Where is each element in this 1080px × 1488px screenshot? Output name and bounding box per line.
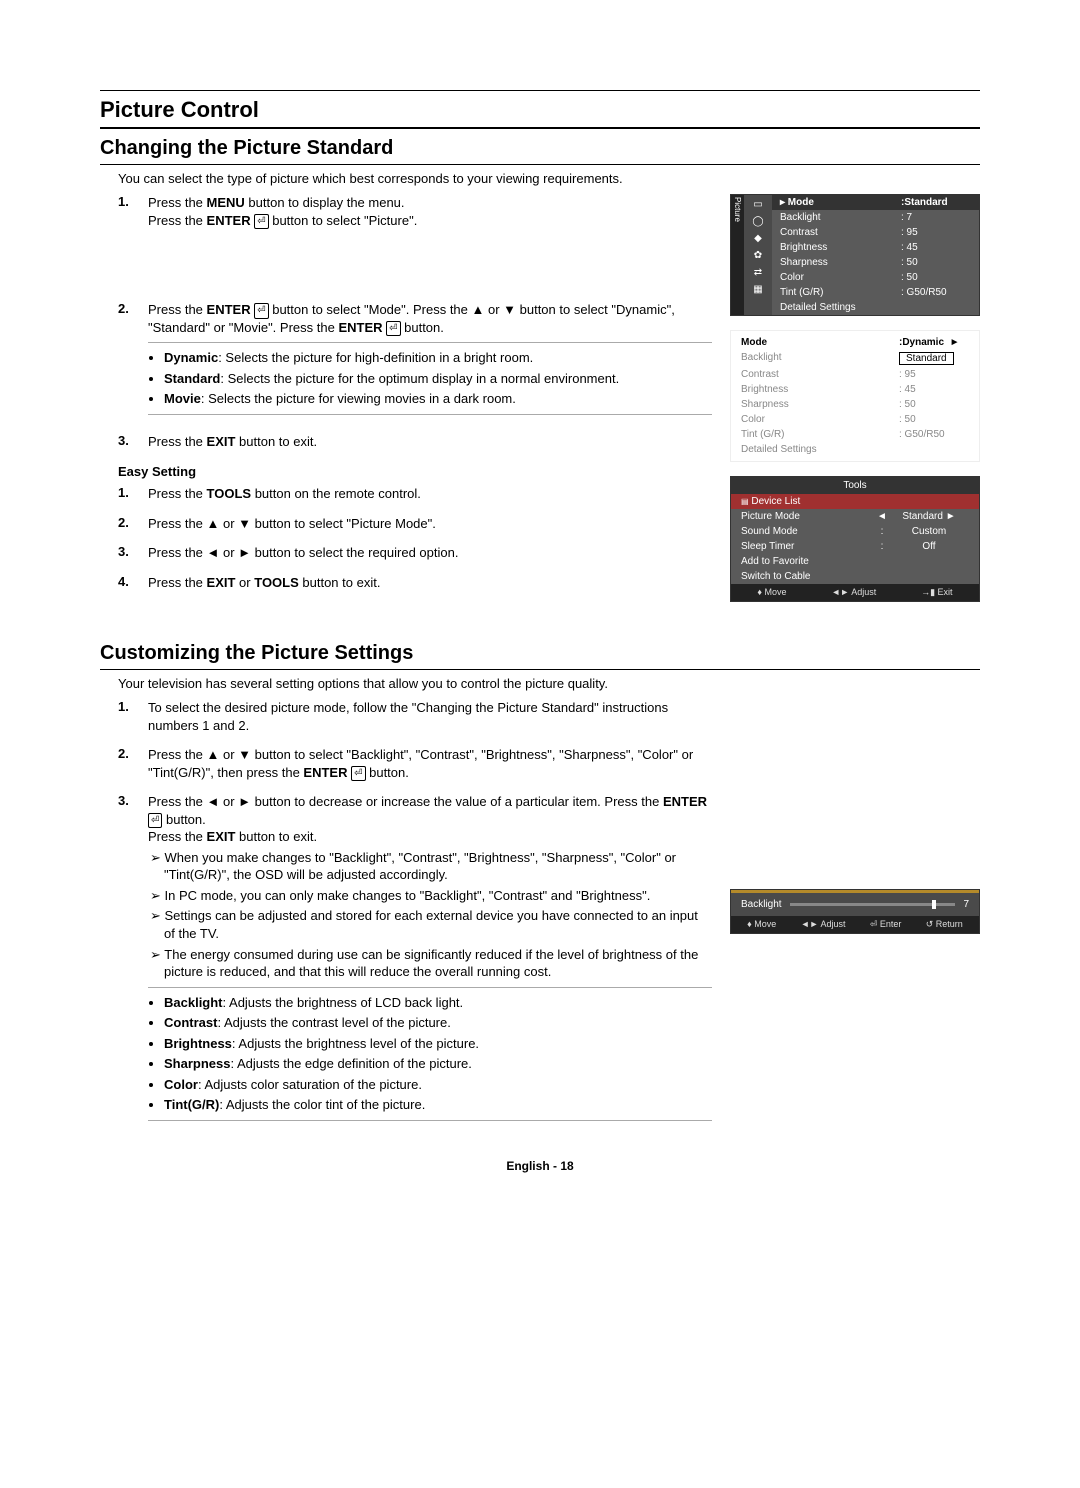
mode-descriptions: Dynamic: Selects the picture for high-de…: [148, 349, 712, 408]
osd-picture-menu: Picture ▭◯◆✿⇄▦ ▸ Mode:StandardBacklight:…: [730, 194, 980, 316]
notes: When you make changes to "Backlight", "C…: [148, 849, 712, 981]
easy-setting-heading: Easy Setting: [118, 464, 712, 479]
step-2: 2. Press the ENTER ⏎ button to select "M…: [118, 301, 712, 421]
easy-step-4: 4.Press the EXIT or TOOLS button to exit…: [118, 574, 712, 592]
enter-icon: ⏎: [254, 303, 268, 319]
section-title: Picture Control: [100, 97, 980, 123]
osd-mode-select: Mode:Dynamic ► BacklightStandard Contras…: [730, 330, 980, 462]
intro-a: You can select the type of picture which…: [118, 171, 980, 186]
step-1: 1. Press the MENU button to display the …: [118, 194, 712, 229]
slider-knob: [932, 900, 936, 909]
cstep-2: 2.Press the ▲ or ▼ button to select "Bac…: [118, 746, 712, 781]
slider-track: [790, 903, 956, 906]
step-3: 3. Press the EXIT button to exit.: [118, 433, 712, 451]
heading-customizing: Customizing the Picture Settings: [100, 642, 980, 665]
osd-tools-menu: Tools ▤ Device ListPicture Mode◄Standard…: [730, 476, 980, 602]
enter-icon: ⏎: [254, 214, 268, 230]
rule: [100, 669, 980, 670]
osd-backlight-slider: Backlight 7 ♦ Move◄► Adjust⏎ Enter↺ Retu…: [730, 889, 980, 934]
enter-icon: ⏎: [148, 813, 162, 829]
easy-step-2: 2.Press the ▲ or ▼ button to select "Pic…: [118, 515, 712, 533]
page-footer: English - 18: [100, 1159, 980, 1173]
osd-category-icons: ▭◯◆✿⇄▦: [744, 195, 772, 315]
easy-step-3: 3.Press the ◄ or ► button to select the …: [118, 544, 712, 562]
setting-definitions: Backlight: Adjusts the brightness of LCD…: [148, 994, 712, 1114]
intro-b: Your television has several setting opti…: [118, 676, 980, 691]
cstep-1: 1.To select the desired picture mode, fo…: [118, 699, 712, 734]
heading-changing-standard: Changing the Picture Standard: [100, 137, 980, 160]
enter-icon: ⏎: [351, 766, 365, 782]
rule: [100, 127, 980, 129]
cstep-3: 3. Press the ◄ or ► button to decrease o…: [118, 793, 712, 1127]
rule: [100, 164, 980, 165]
easy-step-1: 1.Press the TOOLS button on the remote c…: [118, 485, 712, 503]
enter-icon: ⏎: [386, 321, 400, 337]
